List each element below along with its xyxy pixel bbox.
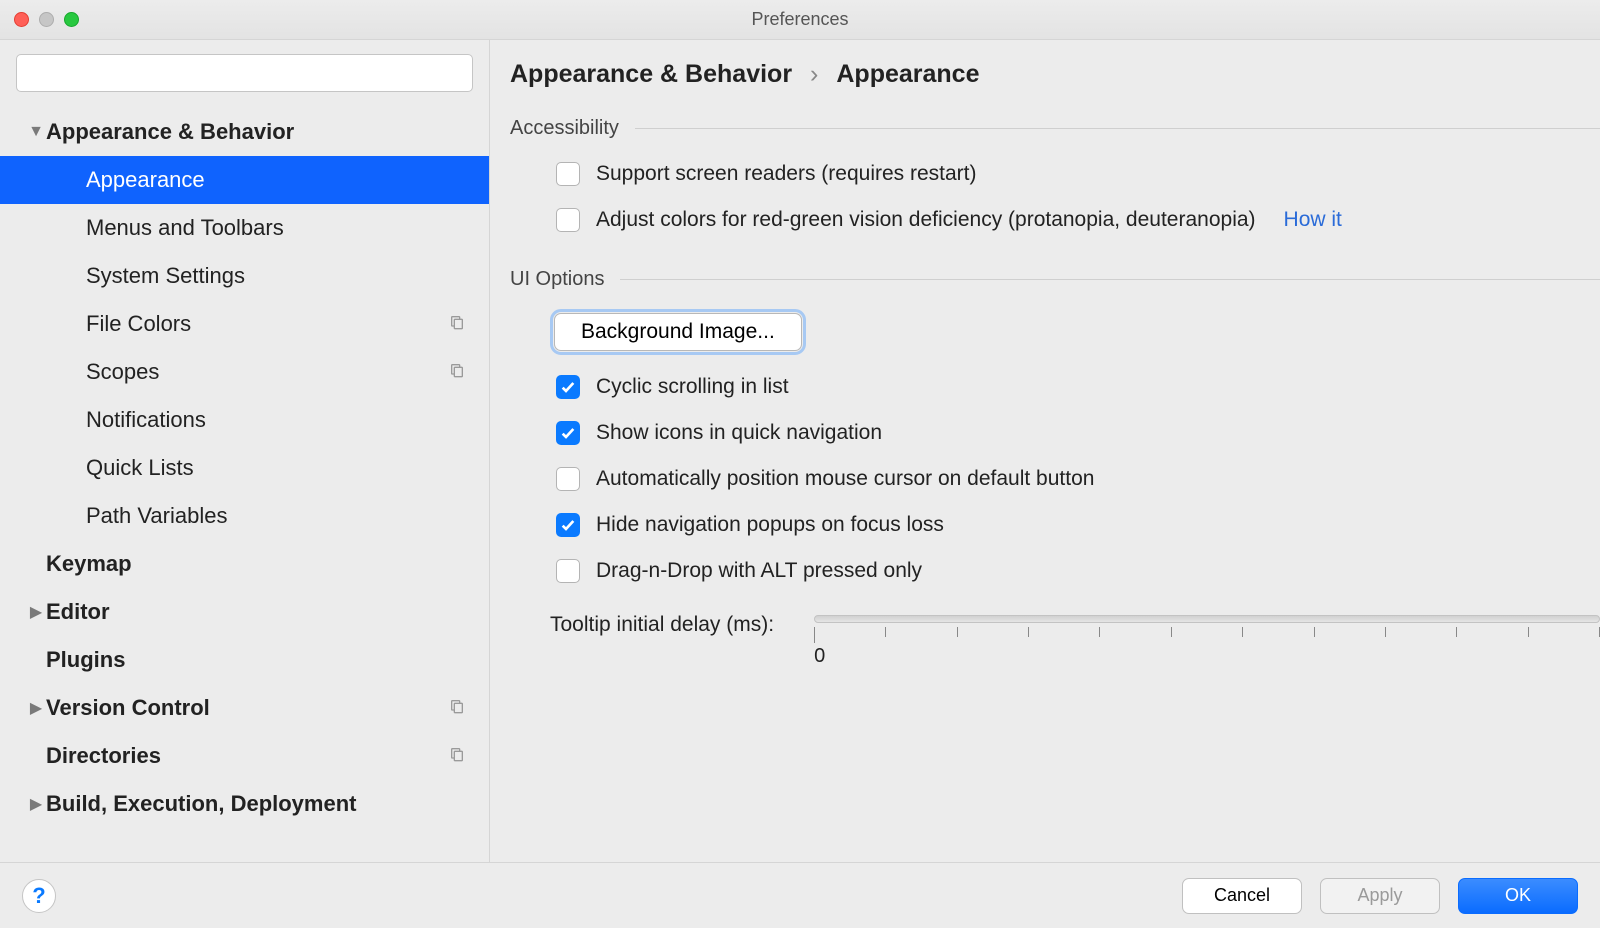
titlebar: Preferences (0, 0, 1600, 40)
sidebar-item-label: Menus and Toolbars (86, 215, 489, 241)
option-screen-readers-label: Support screen readers (requires restart… (596, 162, 977, 186)
section-accessibility-title: Accessibility (510, 117, 619, 140)
checkbox-hide-popups[interactable] (556, 513, 580, 537)
sidebar-item-label: Version Control (46, 695, 449, 721)
sidebar-item-system-settings[interactable]: System Settings (0, 252, 489, 300)
sidebar-item-file-colors[interactable]: File Colors (0, 300, 489, 348)
option-dnd-alt-label: Drag-n-Drop with ALT pressed only (596, 559, 922, 583)
option-dnd-alt[interactable]: Drag-n-Drop with ALT pressed only (556, 559, 1600, 583)
minimize-window-button[interactable] (39, 12, 54, 27)
sidebar-item-quick-lists[interactable]: Quick Lists (0, 444, 489, 492)
project-level-icon (449, 314, 471, 335)
sidebar-item-scopes[interactable]: Scopes (0, 348, 489, 396)
option-icons-quicknav[interactable]: Show icons in quick navigation (556, 421, 1600, 445)
sidebar-item-label: File Colors (86, 311, 449, 337)
sidebar-item-label: Scopes (86, 359, 449, 385)
divider (635, 128, 1600, 129)
tooltip-delay-label: Tooltip initial delay (ms): (550, 613, 774, 637)
help-button[interactable]: ? (22, 879, 56, 913)
breadcrumb: Appearance & Behavior › Appearance (510, 60, 1600, 89)
sidebar-item-label: Notifications (86, 407, 489, 433)
main-panel: Appearance & Behavior › Appearance Acces… (490, 40, 1600, 862)
search-input[interactable] (16, 54, 473, 92)
tooltip-delay-row: Tooltip initial delay (ms): 0 (550, 613, 1600, 668)
option-screen-readers[interactable]: Support screen readers (requires restart… (556, 162, 1600, 186)
breadcrumb-current: Appearance (836, 60, 979, 89)
close-window-button[interactable] (14, 12, 29, 27)
option-cyclic-scrolling-label: Cyclic scrolling in list (596, 375, 789, 399)
option-hide-popups-label: Hide navigation popups on focus loss (596, 513, 944, 537)
tooltip-delay-slider[interactable] (814, 615, 1600, 623)
checkbox-cyclic-scrolling[interactable] (556, 375, 580, 399)
divider (620, 279, 1600, 280)
project-level-icon (449, 362, 471, 383)
checkbox-screen-readers[interactable] (556, 162, 580, 186)
slider-value-0: 0 (814, 645, 1600, 668)
breadcrumb-separator-icon: › (810, 60, 818, 89)
sidebar-item-build-execution-deployment[interactable]: ▶Build, Execution, Deployment (0, 780, 489, 828)
disclosure-icon: ▼ (26, 123, 46, 141)
sidebar-item-appearance-behavior[interactable]: ▼Appearance & Behavior (0, 108, 489, 156)
section-accessibility-header: Accessibility (510, 117, 1600, 140)
footer: ? Cancel Apply OK (0, 862, 1600, 928)
sidebar-item-label: Appearance & Behavior (46, 119, 489, 145)
sidebar-item-plugins[interactable]: Plugins (0, 636, 489, 684)
how-it-works-link[interactable]: How it (1284, 208, 1342, 232)
sidebar-item-version-control[interactable]: ▶Version Control (0, 684, 489, 732)
project-level-icon (449, 698, 471, 719)
checkbox-auto-mouse[interactable] (556, 467, 580, 491)
background-image-button[interactable]: Background Image... (554, 313, 802, 351)
checkbox-dnd-alt[interactable] (556, 559, 580, 583)
apply-button[interactable]: Apply (1320, 878, 1440, 914)
sidebar-item-label: Plugins (46, 647, 489, 673)
ok-button[interactable]: OK (1458, 878, 1578, 914)
sidebar-item-path-variables[interactable]: Path Variables (0, 492, 489, 540)
section-ui-options-title: UI Options (510, 268, 604, 291)
sidebar-item-notifications[interactable]: Notifications (0, 396, 489, 444)
option-hide-popups[interactable]: Hide navigation popups on focus loss (556, 513, 1600, 537)
sidebar-item-appearance[interactable]: Appearance (0, 156, 489, 204)
sidebar-item-directories[interactable]: Directories (0, 732, 489, 780)
window-title: Preferences (0, 9, 1600, 30)
option-icons-quicknav-label: Show icons in quick navigation (596, 421, 882, 445)
section-ui-options-header: UI Options (510, 268, 1600, 291)
project-level-icon (449, 746, 471, 767)
sidebar: ▼Appearance & Behavior Appearance Menus an… (0, 40, 490, 862)
settings-tree: ▼Appearance & Behavior Appearance Menus an… (0, 108, 489, 828)
sidebar-item-label: Appearance (86, 167, 489, 193)
disclosure-icon: ▶ (26, 794, 46, 814)
breadcrumb-parent: Appearance & Behavior (510, 60, 792, 89)
option-color-deficiency[interactable]: Adjust colors for red-green vision defic… (556, 208, 1600, 232)
disclosure-icon: ▶ (26, 698, 46, 718)
sidebar-item-label: Path Variables (86, 503, 489, 529)
checkbox-icons-quicknav[interactable] (556, 421, 580, 445)
sidebar-item-label: Editor (46, 599, 489, 625)
sidebar-item-label: Keymap (46, 551, 489, 577)
sidebar-item-label: System Settings (86, 263, 489, 289)
cancel-button[interactable]: Cancel (1182, 878, 1302, 914)
maximize-window-button[interactable] (64, 12, 79, 27)
option-auto-mouse[interactable]: Automatically position mouse cursor on d… (556, 467, 1600, 491)
sidebar-item-editor[interactable]: ▶Editor (0, 588, 489, 636)
slider-ticks (814, 627, 1600, 643)
checkbox-color-deficiency[interactable] (556, 208, 580, 232)
sidebar-item-menus-and-toolbars[interactable]: Menus and Toolbars (0, 204, 489, 252)
option-auto-mouse-label: Automatically position mouse cursor on d… (596, 467, 1094, 491)
sidebar-item-label: Directories (46, 743, 449, 769)
disclosure-icon: ▶ (26, 602, 46, 622)
window-controls (0, 12, 79, 27)
option-cyclic-scrolling[interactable]: Cyclic scrolling in list (556, 375, 1600, 399)
sidebar-item-keymap[interactable]: Keymap (0, 540, 489, 588)
option-color-deficiency-label: Adjust colors for red-green vision defic… (596, 208, 1256, 232)
sidebar-item-label: Quick Lists (86, 455, 489, 481)
sidebar-item-label: Build, Execution, Deployment (46, 791, 489, 817)
